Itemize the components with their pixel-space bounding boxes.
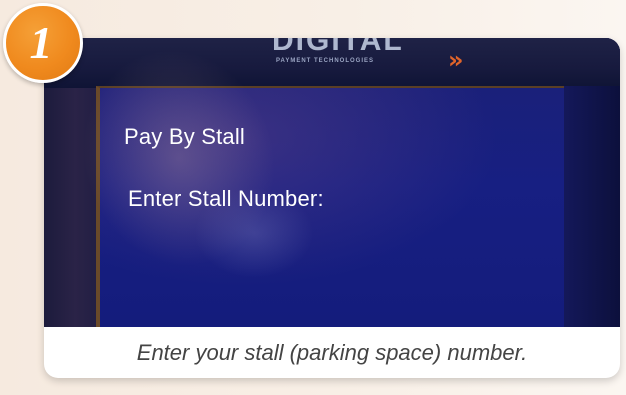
logo-arrow-icon: » [448, 46, 464, 74]
kiosk-logo-subtitle: PAYMENT TECHNOLOGIES [276, 58, 375, 64]
screen-title: Pay By Stall [124, 124, 246, 149]
step-card: DIGITAL » PAYMENT TECHNOLOGIES Pay By St… [44, 38, 620, 378]
step-number-badge: 1 [3, 3, 83, 83]
step-caption: Enter your stall (parking space) number. [136, 339, 528, 365]
step-number: 1 [29, 17, 53, 68]
kiosk-screen-photo: DIGITAL » PAYMENT TECHNOLOGIES Pay By St… [44, 38, 620, 327]
screen-prompt: Enter Stall Number: [128, 186, 324, 211]
kiosk-logo: DIGITAL [272, 38, 404, 57]
